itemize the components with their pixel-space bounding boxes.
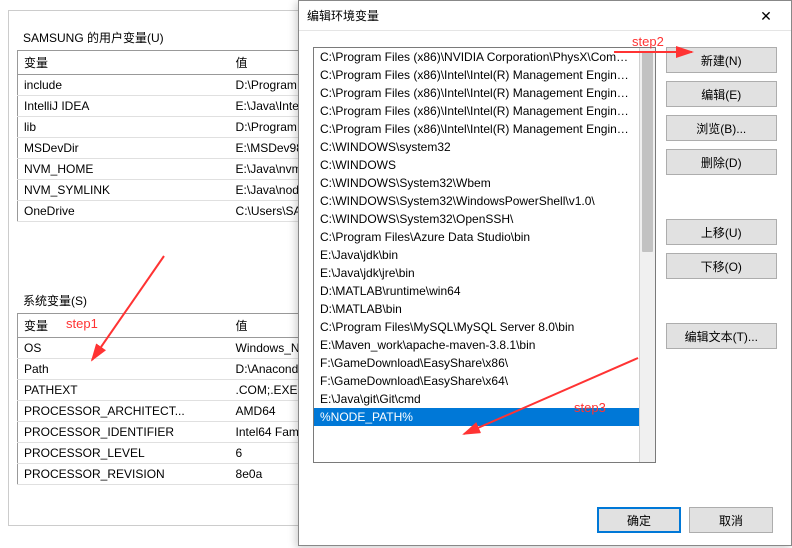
list-item[interactable]: D:\MATLAB\runtime\win64 (314, 282, 639, 300)
list-item[interactable]: C:\Program Files (x86)\Intel\Intel(R) Ma… (314, 84, 639, 102)
list-item[interactable]: %NODE_PATH% (314, 408, 639, 426)
list-item[interactable]: C:\Program Files (x86)\Intel\Intel(R) Ma… (314, 102, 639, 120)
cancel-button[interactable]: 取消 (689, 507, 773, 533)
var-name: NVM_SYMLINK (18, 180, 230, 201)
list-item[interactable]: C:\Program Files (x86)\NVIDIA Corporatio… (314, 48, 639, 66)
var-name: PATHEXT (18, 380, 230, 401)
var-name: PROCESSOR_LEVEL (18, 443, 230, 464)
list-item[interactable]: C:\WINDOWS\System32\Wbem (314, 174, 639, 192)
var-name: NVM_HOME (18, 159, 230, 180)
var-name: lib (18, 117, 230, 138)
dialog-bottom-buttons: 确定 取消 (597, 507, 773, 533)
side-buttons: 新建(N) 编辑(E) 浏览(B)... 删除(D) 上移(U) 下移(O) 编… (666, 47, 778, 463)
close-button[interactable]: ✕ (749, 5, 783, 27)
var-name: OS (18, 338, 230, 359)
list-item[interactable]: C:\Program Files (x86)\Intel\Intel(R) Ma… (314, 66, 639, 84)
list-item[interactable]: F:\GameDownload\EasyShare\x86\ (314, 354, 639, 372)
var-name: Path (18, 359, 230, 380)
list-item[interactable]: E:\Java\jdk\jre\bin (314, 264, 639, 282)
list-item[interactable]: E:\Maven_work\apache-maven-3.8.1\bin (314, 336, 639, 354)
list-item[interactable]: C:\Program Files (x86)\Intel\Intel(R) Ma… (314, 120, 639, 138)
var-name: IntelliJ IDEA (18, 96, 230, 117)
edit-env-var-dialog: 编辑环境变量 ✕ C:\Program Files (x86)\NVIDIA C… (298, 0, 792, 546)
move-down-button[interactable]: 下移(O) (666, 253, 778, 279)
ok-button[interactable]: 确定 (597, 507, 681, 533)
path-listbox[interactable]: C:\Program Files (x86)\NVIDIA Corporatio… (313, 47, 656, 463)
delete-button[interactable]: 删除(D) (666, 149, 778, 175)
var-name: PROCESSOR_ARCHITECT... (18, 401, 230, 422)
list-item[interactable]: E:\Java\jdk\bin (314, 246, 639, 264)
list-item[interactable]: C:\WINDOWS (314, 156, 639, 174)
var-name: PROCESSOR_IDENTIFIER (18, 422, 230, 443)
list-item[interactable]: C:\WINDOWS\System32\OpenSSH\ (314, 210, 639, 228)
edit-button[interactable]: 编辑(E) (666, 81, 778, 107)
dialog-titlebar[interactable]: 编辑环境变量 ✕ (299, 1, 791, 31)
edit-text-button[interactable]: 编辑文本(T)... (666, 323, 778, 349)
list-item[interactable]: C:\WINDOWS\system32 (314, 138, 639, 156)
list-item[interactable]: C:\Program Files\MySQL\MySQL Server 8.0\… (314, 318, 639, 336)
move-up-button[interactable]: 上移(U) (666, 219, 778, 245)
browse-button[interactable]: 浏览(B)... (666, 115, 778, 141)
scrollbar-thumb[interactable] (642, 52, 653, 252)
list-item[interactable]: D:\MATLAB\bin (314, 300, 639, 318)
col-var: 变量 (18, 314, 230, 338)
list-item[interactable]: E:\Java\git\Git\cmd (314, 390, 639, 408)
var-name: PROCESSOR_REVISION (18, 464, 230, 485)
var-name: include (18, 75, 230, 96)
new-button[interactable]: 新建(N) (666, 47, 778, 73)
var-name: OneDrive (18, 201, 230, 222)
close-icon: ✕ (760, 9, 772, 23)
listbox-scrollbar[interactable] (639, 48, 655, 462)
dialog-title: 编辑环境变量 (307, 7, 749, 24)
list-item[interactable]: C:\Program Files\Azure Data Studio\bin (314, 228, 639, 246)
var-name: MSDevDir (18, 138, 230, 159)
list-item[interactable]: F:\GameDownload\EasyShare\x64\ (314, 372, 639, 390)
list-item[interactable]: C:\WINDOWS\System32\WindowsPowerShell\v1… (314, 192, 639, 210)
col-var: 变量 (18, 51, 230, 75)
